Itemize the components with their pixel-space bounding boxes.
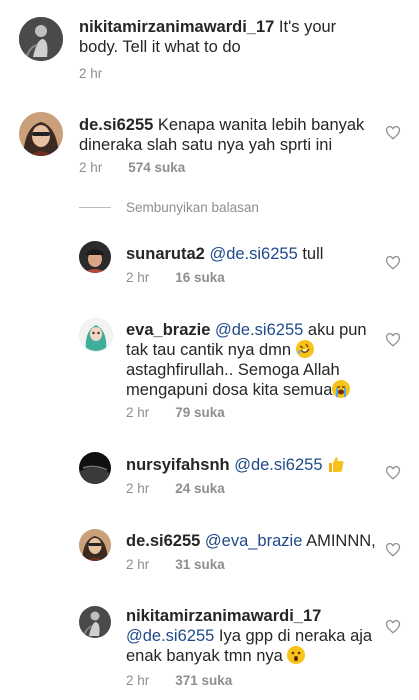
like-button[interactable] [385,543,401,557]
reply-meta: 2 hr 24 suka [126,481,225,496]
reply-time[interactable]: 2 hr [126,405,149,420]
reply-time[interactable]: 2 hr [126,481,149,496]
loudly-crying-emoji [332,380,351,398]
avatar[interactable] [79,452,111,484]
reply-mention[interactable]: @de.si6255 [209,245,297,263]
reply-meta: 2 hr 371 suka [126,673,232,688]
comment-username[interactable]: nikitamirzanimawardi_17 [79,18,274,36]
reply-mention[interactable]: @de.si6255 [215,321,303,339]
reply-likes[interactable]: 16 suka [175,270,225,285]
reply-body: nursyifahsnh @de.si6255 [126,455,386,475]
hide-replies-label: Sembunyikan balasan [126,200,259,215]
comment-body: nikitamirzanimawardi_17 It's your body. … [79,17,379,57]
heart-outline-icon [385,543,401,557]
heart-outline-icon [385,333,401,347]
divider [79,207,111,208]
reply-mention[interactable]: @de.si6255 [234,456,322,474]
comment-meta: 2 hr [79,66,102,81]
reply-body: de.si6255 @eva_brazie AMINNN, [126,531,386,551]
avatar[interactable] [19,17,63,61]
hushed-face-emoji [287,646,306,664]
reply-username[interactable]: sunaruta2 [126,245,205,263]
rolling-on-floor-laughing-emoji [295,340,314,358]
like-button[interactable] [385,333,401,347]
reply-likes[interactable]: 371 suka [175,673,232,688]
like-button[interactable] [385,126,401,140]
reply-username[interactable]: eva_brazie [126,321,210,339]
heart-outline-icon [385,126,401,140]
heart-outline-icon [385,620,401,634]
avatar[interactable] [79,318,113,352]
reply-text: AMINNN, [302,532,376,550]
reply-body: nikitamirzanimawardi_17 @de.si6255 Iya g… [126,606,386,666]
reply-meta: 2 hr 79 suka [126,405,225,420]
comment-meta: 2 hr 574 suka [79,160,185,175]
avatar[interactable] [19,112,63,156]
avatar[interactable] [79,241,111,273]
reply-time[interactable]: 2 hr [126,270,149,285]
like-button[interactable] [385,620,401,634]
reply-body: eva_brazie @de.si6255 aku pun tak tau ca… [126,320,376,400]
comment-body: de.si6255 Kenapa wanita lebih banyak din… [79,115,379,155]
reply-meta: 2 hr 31 suka [126,557,225,572]
reply-username[interactable]: nursyifahsnh [126,456,230,474]
avatar[interactable] [79,606,111,638]
comment-likes[interactable]: 574 suka [128,160,185,175]
thumbs-up-emoji [327,455,345,473]
reply-time[interactable]: 2 hr [126,557,149,572]
reply-likes[interactable]: 79 suka [175,405,225,420]
reply-body: sunaruta2 @de.si6255 tull [126,244,386,264]
hide-replies-button[interactable]: Sembunyikan balasan [79,200,259,215]
heart-outline-icon [385,466,401,480]
reply-username[interactable]: de.si6255 [126,532,200,550]
comment-time[interactable]: 2 hr [79,160,102,175]
comment-username[interactable]: de.si6255 [79,116,153,134]
reply-mention[interactable]: @de.si6255 [126,627,214,645]
reply-meta: 2 hr 16 suka [126,270,225,285]
comment-time: 2 hr [79,66,103,81]
reply-text-continued: astaghfirullah.. Semoga Allah mengapuni … [126,361,340,399]
reply-time[interactable]: 2 hr [126,673,149,688]
heart-outline-icon [385,256,401,270]
reply-username[interactable]: nikitamirzanimawardi_17 [126,607,321,625]
reply-likes[interactable]: 24 suka [175,481,225,496]
like-button[interactable] [385,256,401,270]
reply-mention[interactable]: @eva_brazie [205,532,302,550]
reply-text: tull [297,245,324,263]
like-button[interactable] [385,466,401,480]
reply-likes[interactable]: 31 suka [175,557,225,572]
avatar[interactable] [79,529,111,561]
